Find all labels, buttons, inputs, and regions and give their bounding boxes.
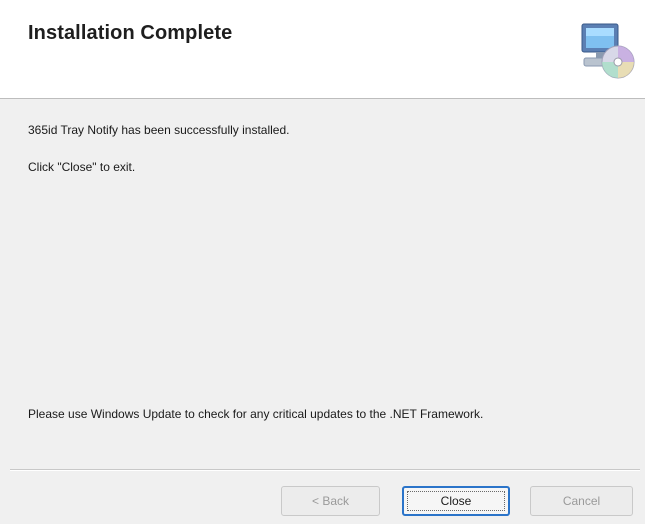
footer-divider [10, 469, 640, 471]
exit-instruction: Click "Close" to exit. [28, 160, 136, 174]
header-banner: Installation Complete [0, 0, 645, 99]
success-message: 365id Tray Notify has been successfully … [28, 123, 290, 137]
installer-dialog: Installation Complete 365id Tray Notify … [0, 0, 645, 524]
cancel-button[interactable]: Cancel [530, 486, 633, 516]
cancel-button-label: Cancel [562, 494, 601, 508]
back-button-label: < Back [311, 494, 350, 508]
computer-with-cd-icon [578, 20, 636, 82]
back-button[interactable]: < Back [281, 486, 380, 516]
page-title: Installation Complete [28, 22, 233, 44]
update-notice: Please use Windows Update to check for a… [28, 407, 484, 421]
close-button-label: Close [440, 494, 472, 508]
close-button[interactable]: Close [402, 486, 510, 516]
